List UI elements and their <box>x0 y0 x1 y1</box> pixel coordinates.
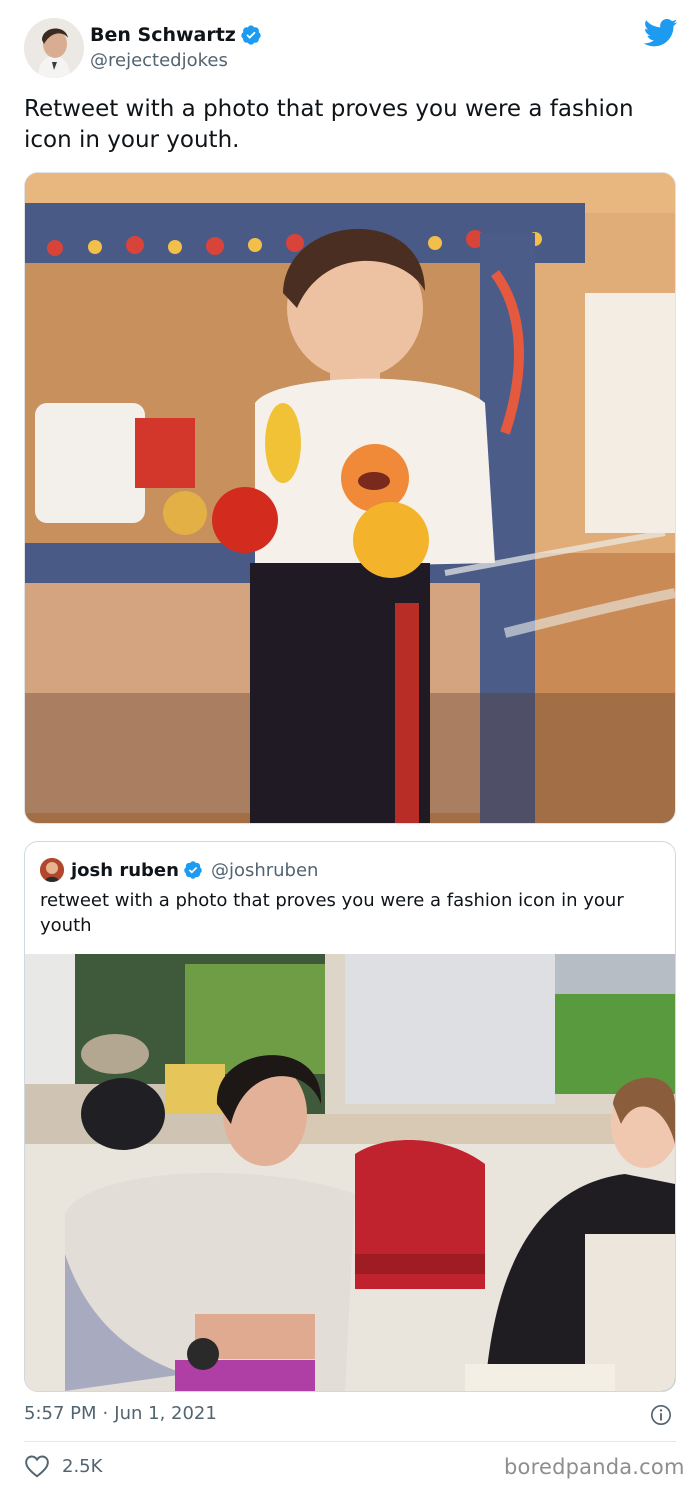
author-handle[interactable]: @rejectedjokes <box>90 50 228 71</box>
twitter-bird-icon[interactable] <box>644 18 678 48</box>
quoted-tweet-text: retweet with a photo that proves you wer… <box>40 890 624 936</box>
quoted-tweet-photo[interactable] <box>25 954 675 1391</box>
tweet-date: Jun 1, 2021 <box>114 1403 217 1424</box>
verified-badge-icon <box>184 861 202 879</box>
tweet-photo[interactable] <box>24 172 676 824</box>
quoted-author-name[interactable]: josh ruben <box>71 860 179 881</box>
meta-separator: · <box>102 1403 109 1424</box>
divider <box>24 1441 676 1442</box>
quoted-author-handle[interactable]: @joshruben <box>211 860 319 881</box>
tweet-text: Retweet with a photo that proves you wer… <box>24 96 634 153</box>
info-icon[interactable] <box>650 1404 672 1426</box>
quoted-author-avatar[interactable] <box>40 858 64 882</box>
watermark: boredpanda.com <box>504 1455 685 1479</box>
tweet-card: Ben Schwartz @rejectedjokes Retweet with… <box>0 0 700 1495</box>
author-avatar[interactable] <box>24 18 84 78</box>
verified-badge-icon <box>241 25 261 45</box>
tweet-time: 5:57 PM <box>24 1403 97 1424</box>
heart-icon <box>25 1455 49 1478</box>
author-name-row: Ben Schwartz <box>90 22 262 48</box>
quoted-tweet[interactable]: josh ruben @joshruben retweet with a pho… <box>24 841 676 1392</box>
author-name[interactable]: Ben Schwartz <box>90 24 236 46</box>
like-button[interactable]: 2.5K <box>24 1454 102 1478</box>
quoted-author-row: josh ruben @joshruben <box>71 857 318 883</box>
like-count: 2.5K <box>62 1455 103 1477</box>
tweet-timestamp[interactable]: 5:57 PM · Jun 1, 2021 <box>24 1403 217 1424</box>
